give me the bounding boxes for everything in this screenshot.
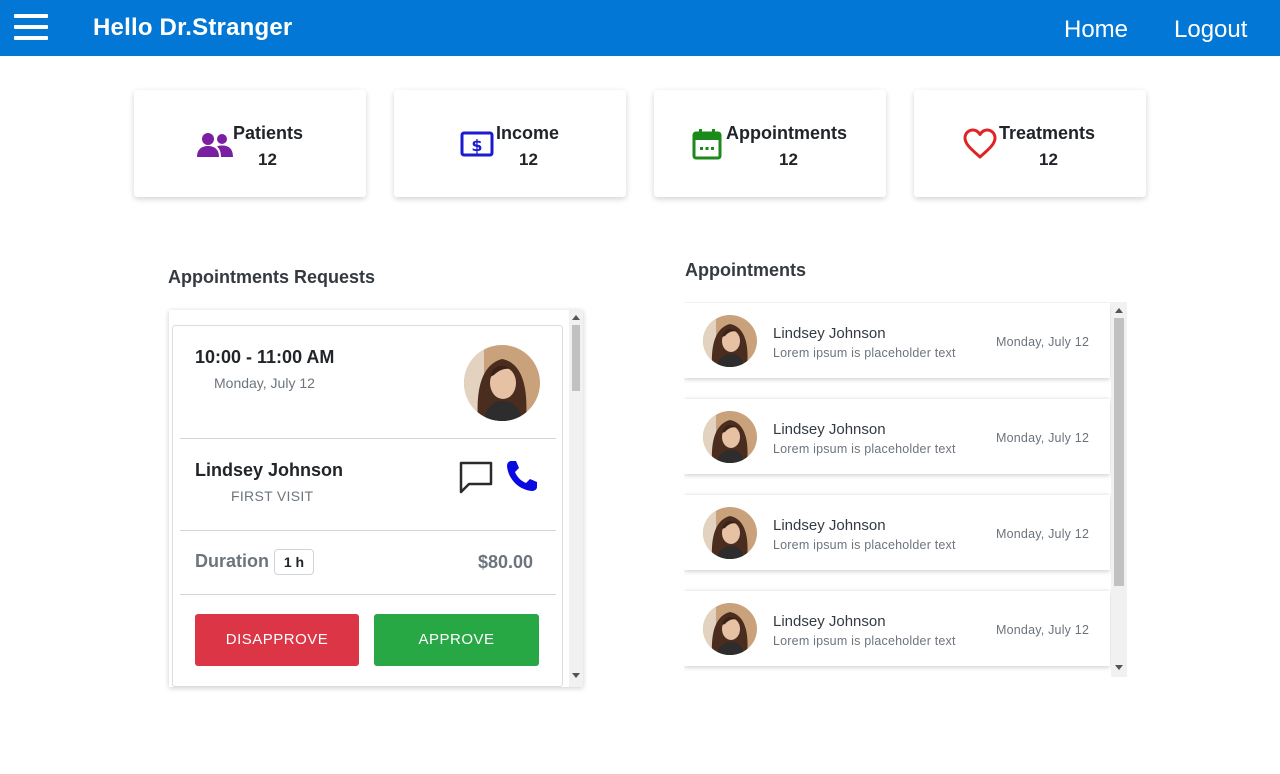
list-item[interactable]: Lindsey Johnson Lorem ipsum is placehold… — [684, 399, 1110, 474]
appointment-name: Lindsey Johnson — [773, 325, 886, 342]
appointment-name: Lindsey Johnson — [773, 517, 886, 534]
request-time: 10:00 - 11:00 AM — [195, 347, 335, 367]
price: $80.00 — [478, 552, 534, 572]
appointments-list: Lindsey Johnson Lorem ipsum is placehold… — [684, 302, 1127, 677]
stat-card-treatments[interactable]: Treatments 12 — [914, 90, 1146, 197]
list-item[interactable]: Lindsey Johnson Lorem ipsum is placehold… — [684, 303, 1110, 378]
requests-title: Appointments Requests — [168, 267, 376, 287]
scroll-up-arrow[interactable] — [572, 315, 580, 320]
heart-icon — [963, 128, 997, 159]
stat-label: Treatments — [999, 123, 1096, 143]
scroll-up-arrow[interactable] — [1115, 308, 1123, 313]
stat-card-patients[interactable]: Patients 12 — [134, 90, 366, 197]
patient-name: Lindsey Johnson — [195, 460, 344, 480]
appointment-name: Lindsey Johnson — [773, 613, 886, 630]
dollar-icon: $ — [460, 131, 494, 157]
avatar — [703, 507, 757, 559]
greeting-title: Hello Dr.Stranger — [93, 14, 293, 41]
appointment-name: Lindsey Johnson — [773, 421, 886, 438]
appointment-text: Lorem ipsum is placeholder text — [773, 634, 956, 648]
scroll-down-arrow[interactable] — [1115, 665, 1123, 670]
avatar — [703, 411, 757, 463]
nav-home-link[interactable]: Home — [1064, 16, 1128, 44]
stat-count: 12 — [1039, 150, 1058, 169]
stat-count: 12 — [779, 150, 798, 169]
appointment-date: Monday, July 12 — [996, 623, 1090, 637]
avatar — [703, 315, 757, 367]
people-icon — [197, 133, 233, 157]
stat-label: Income — [496, 123, 560, 143]
appointment-date: Monday, July 12 — [996, 431, 1090, 445]
disapprove-button[interactable]: DISAPPROVE — [195, 614, 359, 666]
menu-icon[interactable] — [14, 14, 48, 40]
stat-count: 12 — [258, 150, 277, 169]
nav-logout-link[interactable]: Logout — [1174, 16, 1247, 44]
visit-type: FIRST VISIT — [231, 488, 314, 504]
top-navbar: Hello Dr.Stranger Home Logout — [0, 0, 1280, 56]
calendar-icon — [692, 129, 722, 160]
request-date: Monday, July 12 — [214, 375, 315, 391]
requests-panel: 10:00 - 11:00 AM Monday, July 12 Lindsey… — [169, 310, 583, 687]
avatar — [703, 603, 757, 655]
stat-count: 12 — [519, 150, 538, 169]
divider — [180, 438, 556, 439]
chat-icon[interactable] — [458, 459, 494, 495]
appointment-text: Lorem ipsum is placeholder text — [773, 442, 956, 456]
scroll-down-arrow[interactable] — [572, 673, 580, 678]
stat-card-income[interactable]: $ Income 12 — [394, 90, 626, 197]
appointment-text: Lorem ipsum is placeholder text — [773, 346, 956, 360]
list-item[interactable]: Lindsey Johnson Lorem ipsum is placehold… — [684, 591, 1110, 666]
duration-badge: 1 h — [274, 549, 314, 575]
avatar — [464, 345, 540, 421]
stat-label: Appointments — [726, 123, 847, 143]
list-item[interactable]: Lindsey Johnson Lorem ipsum is placehold… — [684, 495, 1110, 570]
svg-text:$: $ — [471, 136, 482, 155]
appointment-date: Monday, July 12 — [996, 527, 1090, 541]
divider — [180, 530, 556, 531]
scroll-thumb[interactable] — [572, 325, 580, 391]
appointments-title: Appointments — [685, 260, 806, 280]
appointments-scrollbar[interactable] — [1111, 302, 1127, 677]
request-card: 10:00 - 11:00 AM Monday, July 12 Lindsey… — [172, 325, 563, 687]
stat-label: Patients — [233, 123, 304, 143]
divider — [180, 594, 556, 595]
stat-card-appointments[interactable]: Appointments 12 — [654, 90, 886, 197]
approve-button[interactable]: APPROVE — [374, 614, 539, 666]
duration-label: Duration — [195, 551, 269, 571]
requests-scrollbar[interactable] — [569, 310, 583, 687]
scroll-thumb[interactable] — [1114, 318, 1124, 586]
appointment-text: Lorem ipsum is placeholder text — [773, 538, 956, 552]
phone-icon[interactable] — [505, 459, 539, 493]
appointment-date: Monday, July 12 — [996, 335, 1090, 349]
